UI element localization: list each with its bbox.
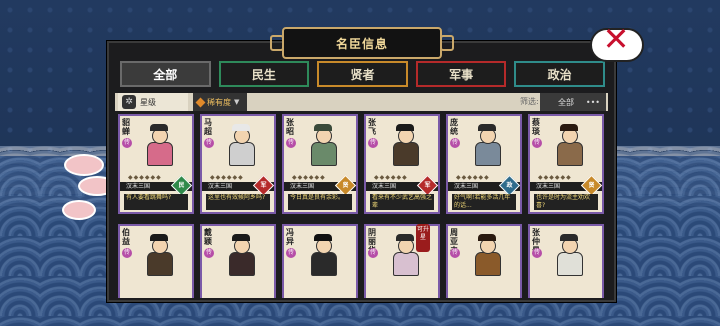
tab-livelihood-label: 民生 [251,67,276,82]
rarity-sort-label: 稀有度 [207,97,231,107]
card-name: 戴颖 [204,228,212,246]
rarity-badge: 传 [122,138,132,148]
character-portrait [306,234,340,276]
tab-military-label: 军事 [449,67,474,82]
role-badge: 政 [498,174,521,197]
rarity-badge: 传 [450,138,460,148]
close-icon: ✕ [602,20,630,58]
gear-icon: ✲ [122,95,136,109]
role-text: 政 [506,182,513,189]
rarity-badge: 传 [532,138,542,148]
tab-sage-label: 贤者 [350,67,375,82]
role-text: 民 [178,182,185,189]
tab-politics-label: 政治 [547,67,572,82]
tab-politics[interactable]: 政治 [514,61,605,87]
filter-dropdown[interactable]: 全部 ••• [540,93,606,111]
star-row: ◆◆◆◆◆◆ [456,174,490,181]
star-sort-label: 星级 [140,97,156,107]
panel-title-text: 名臣信息 [335,36,388,51]
card-name: 张飞 [368,118,376,136]
minister-card[interactable]: 庞统 传 ◆◆◆◆◆◆ 汉末三国 政 好气啊!若能多活几年的话... [446,114,522,214]
role-badge: 民 [170,174,193,197]
minister-card[interactable]: 戴颖 传 [200,224,276,298]
character-portrait [224,124,258,166]
close-button[interactable]: ✕ [590,20,644,62]
minister-card[interactable]: 伯益 传 [118,224,194,298]
character-portrait [306,124,340,166]
panel-title: 名臣信息 [270,27,454,59]
chevron-down-icon: ▼ [234,98,240,106]
card-name: 庞统 [450,118,458,136]
card-name: 马超 [204,118,212,136]
character-portrait [470,234,504,276]
more-icon: ••• [585,97,600,107]
card-name: 貂蝉 [122,118,130,136]
card-quote: 有人要看跳舞吗? [124,194,188,210]
rarity-badge: 传 [532,248,542,258]
star-row: ◆◆◆◆◆◆ [374,174,408,181]
minister-card[interactable]: 马超 传 ◆◆◆◆◆◆ 汉末三国 军 这里也有效候阿乡吗? [200,114,276,214]
star-row: ◆◆◆◆◆◆ [210,174,244,181]
rarity-badge: 传 [368,138,378,148]
minister-card[interactable]: 貂蝉 传 ◆◆◆◆◆◆ 汉末三国 民 有人要看跳舞吗? [118,114,194,214]
filter-value: 全部 [558,97,574,107]
star-row: ◆◆◆◆◆◆ [538,174,572,181]
rarity-badge: 传 [204,248,214,258]
tab-sage[interactable]: 贤者 [317,61,408,87]
rarity-badge: 传 [368,248,378,258]
card-name: 伯益 [122,228,130,246]
star-sort-button[interactable]: ✲ 星级 [118,93,188,111]
filter-label: 筛选: [520,97,539,106]
role-badge: 贤 [334,174,357,197]
role-badge: 军 [416,174,439,197]
rarity-sort-dropdown[interactable]: 稀有度 ▼ [193,93,247,111]
rarity-badge: 传 [450,248,460,258]
minister-grid: 貂蝉 传 ◆◆◆◆◆◆ 汉末三国 民 有人要看跳舞吗? 马超 传 ◆◆◆◆◆◆ … [115,114,608,298]
role-badge: 军 [252,174,275,197]
tab-livelihood[interactable]: 民生 [218,61,310,87]
rarity-badge: 传 [286,138,296,148]
character-portrait [552,124,586,166]
star-row: ◆◆◆◆◆◆ [292,174,326,181]
category-tabs: 全部 民生 贤者 军事 政治 [120,61,605,87]
role-badge: 贤 [580,174,603,197]
card-quote: 好气啊!若能多活几年的话... [452,194,516,210]
card-quote: 看来有不少武艺高强之辈 [370,194,434,210]
role-text: 贤 [342,182,349,189]
minister-card[interactable]: 张昭 传 ◆◆◆◆◆◆ 汉末三国 贤 今日真是良有余彩。 [282,114,358,214]
role-text: 军 [424,182,431,189]
card-name: 冯异 [286,228,294,246]
star-row: ◆◆◆◆◆◆ [128,174,162,181]
minister-card[interactable]: 冯异 传 [282,224,358,298]
diamond-icon [195,97,206,107]
card-name: 蔡琰 [532,118,540,136]
rarity-badge: 传 [122,248,132,258]
rarity-badge: 传 [204,138,214,148]
minister-card[interactable]: 周亚夫 传 [446,224,522,298]
tab-military[interactable]: 军事 [415,61,507,87]
tab-all-label: 全部 [153,67,178,82]
card-name: 张昭 [286,118,294,136]
card-quote: 今日真是良有余彩。 [288,194,352,210]
character-portrait [388,124,422,166]
role-text: 军 [260,182,267,189]
upgrade-star-badge: 可升星 [416,224,430,252]
minister-card[interactable]: 蔡琰 传 ◆◆◆◆◆◆ 汉末三国 贤 也许是时为流主劝欢喜? [528,114,604,214]
minister-card[interactable]: 张仲景 传 [528,224,604,298]
rarity-badge: 传 [286,248,296,258]
card-quote: 也许是时为流主劝欢喜? [534,194,598,210]
role-text: 贤 [588,182,595,189]
character-portrait [224,234,258,276]
character-portrait [552,234,586,276]
character-portrait [142,124,176,166]
minister-card[interactable]: 张飞 传 ◆◆◆◆◆◆ 汉末三国 军 看来有不少武艺高强之辈 [364,114,440,214]
tab-all[interactable]: 全部 [120,61,211,87]
character-portrait [470,124,504,166]
character-portrait [142,234,176,276]
card-quote: 这里也有效候阿乡吗? [206,194,270,210]
